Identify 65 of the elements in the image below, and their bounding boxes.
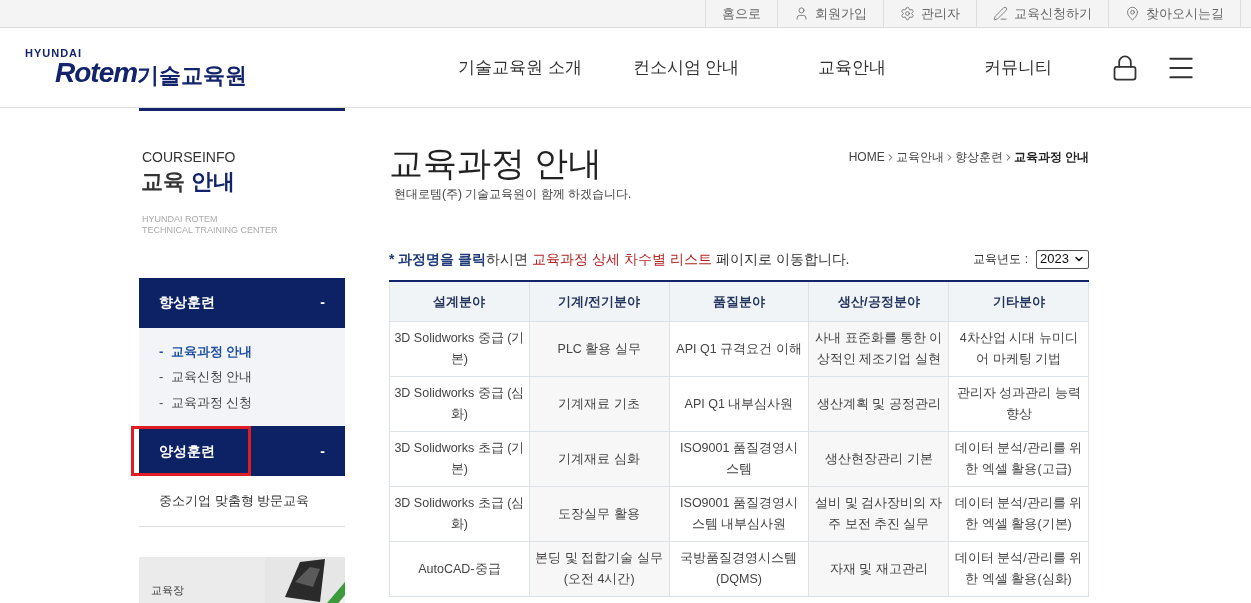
table-cell[interactable]: 데이터 분석/관리를 위한 엑셀 활용(고급): [948, 431, 1089, 487]
column-header: 설계분야: [389, 280, 530, 322]
table-cell[interactable]: 데이터 분석/관리를 위한 엑셀 활용(기본): [948, 486, 1089, 542]
menu-group-header[interactable]: 향상훈련 -: [139, 277, 345, 328]
table-cell[interactable]: 3D Solidworks 중급 (기본): [389, 321, 530, 377]
nav-link[interactable]: 기술교육원 소개: [437, 54, 603, 81]
table-cell[interactable]: PLC 활용 실무: [529, 321, 670, 377]
column-header: 품질분야: [669, 280, 809, 322]
lock-icon[interactable]: [1111, 53, 1139, 82]
menu-group-header[interactable]: 양성훈련 -: [139, 426, 345, 476]
nav-link[interactable]: 커뮤니티: [935, 54, 1101, 81]
top-link[interactable]: 교육신청하기: [976, 0, 1108, 27]
table-cell[interactable]: 3D Solidworks 초급 (기본): [389, 431, 530, 487]
banner[interactable]: 교육장: [139, 557, 345, 603]
table-cell[interactable]: API Q1 내부심사원: [669, 376, 809, 432]
page-subtitle: 현대로템(주) 기술교육원이 함께 하겠습니다.: [394, 185, 633, 203]
breadcrumb-item[interactable]: HOME: [848, 148, 885, 166]
table-cell[interactable]: 3D Solidworks 중급 (심화): [389, 376, 530, 432]
nav-link[interactable]: 교육안내: [769, 54, 935, 81]
nav-link[interactable]: 컨소시엄 안내: [603, 54, 769, 81]
notice-text: * 과정명을 클릭하시면 교육과정 상세 차수별 리스트 페이지로 이동합니다.: [389, 249, 850, 269]
top-link[interactable]: 홈으로: [705, 0, 777, 27]
year-label: 교육년도 :: [973, 251, 1029, 268]
user-icon: [794, 6, 809, 21]
table-cell[interactable]: 사내 표준화를 통한 이상적인 제조기업 실현: [808, 321, 949, 377]
table-cell[interactable]: AutoCAD-중급: [389, 541, 530, 597]
submenu-item[interactable]: 중소기업 맞춤형 방문교육: [139, 476, 345, 527]
table-cell[interactable]: 관리자 성과관리 능력 향상: [948, 376, 1089, 432]
logo[interactable]: HYUNDAI Rotem기술교육원: [25, 48, 248, 87]
table-cell[interactable]: 생산현장관리 기본: [808, 431, 949, 487]
submenu-item[interactable]: - 교육과정 신청: [159, 392, 325, 412]
column-header: 생산/공정분야: [808, 280, 949, 322]
page-title: 교육과정 안내: [389, 143, 603, 184]
table-cell[interactable]: 본딩 및 접합기술 실무 (오전 4시간): [529, 541, 670, 597]
submenu-item[interactable]: - 교육신청 안내: [159, 367, 325, 387]
table-cell[interactable]: 4차산업 시대 뉴미디어 마케팅 기법: [948, 321, 1089, 377]
table-cell[interactable]: 기계재료 기초: [529, 376, 670, 432]
column-header: 기타분야: [948, 280, 1089, 322]
pen-icon: [993, 6, 1008, 21]
table-cell[interactable]: API Q1 규격요건 이해: [669, 321, 809, 377]
top-link[interactable]: 회원가입: [777, 0, 883, 27]
map-pin-icon: [1125, 6, 1140, 21]
sidebar-eyebrow: COURSEINFO: [142, 148, 237, 167]
submenu-item[interactable]: - 교육과정 안내: [159, 341, 325, 361]
settings-icon: [900, 6, 915, 21]
table-cell[interactable]: 도장실무 활용: [529, 486, 670, 542]
top-link[interactable]: 관리자: [883, 0, 976, 27]
table-cell[interactable]: 설비 및 검사장비의 자주 보전 추진 실무: [808, 486, 949, 542]
year-select[interactable]: 2023: [1036, 249, 1089, 269]
table-cell[interactable]: 자재 및 재고관리: [808, 541, 949, 597]
table-cell[interactable]: 데이터 분석/관리를 위한 엑셀 활용(심화): [948, 541, 1089, 597]
column-header: 기계/전기분야: [529, 280, 670, 322]
top-link[interactable]: 찾아오시는길: [1108, 0, 1241, 27]
table-cell[interactable]: 국방품질경영시스템 (DQMS): [669, 541, 809, 597]
breadcrumb-item[interactable]: 교육과정 안내: [1013, 148, 1089, 166]
table-cell[interactable]: 3D Solidworks 초급 (심화): [389, 486, 530, 542]
table-cell[interactable]: ISO9001 품질경영시스템 내부심사원: [669, 486, 809, 542]
table-cell[interactable]: ISO9001 품질경영시스템: [669, 431, 809, 487]
sidebar-title: 교육 안내: [141, 168, 237, 196]
banner-caption: 교육장: [151, 583, 184, 598]
breadcrumb-item[interactable]: 향상훈련: [954, 148, 1003, 166]
sidebar-subtitle: HYUNDAI ROTEM TECHNICAL TRAINING CENTER: [142, 213, 279, 236]
table-cell[interactable]: 기계재료 심화: [529, 431, 670, 487]
table-cell[interactable]: 생산계획 및 공정관리: [808, 376, 949, 432]
breadcrumb-item[interactable]: 교육안내: [895, 148, 944, 166]
